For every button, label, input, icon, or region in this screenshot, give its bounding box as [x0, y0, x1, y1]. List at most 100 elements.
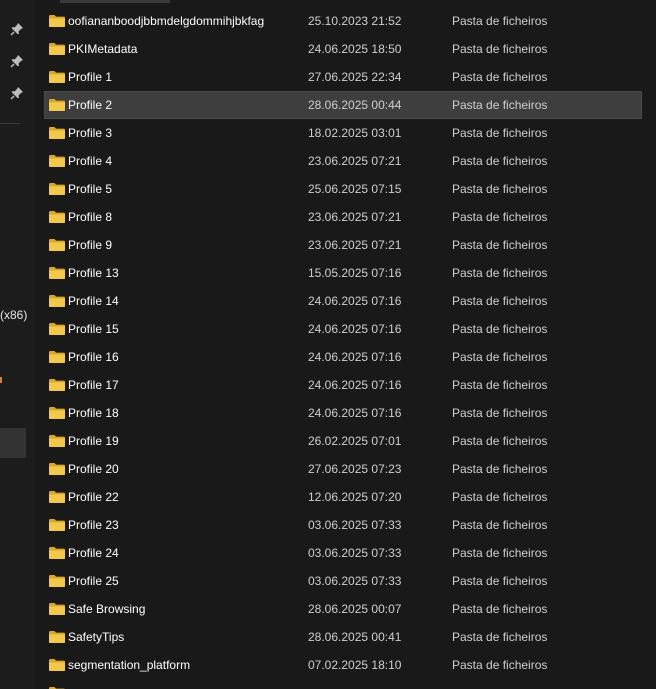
file-type: Pasta de ficheiros [452, 154, 548, 168]
file-type: Pasta de ficheiros [452, 210, 548, 224]
file-row[interactable]: Profile 25 03.06.2025 07:33 Pasta de fiche… [44, 567, 642, 595]
file-name: Profile 9 [68, 238, 113, 252]
nav-item-selected[interactable] [0, 428, 26, 458]
partial-row-above [60, 0, 170, 3]
file-type: Pasta de ficheiros [452, 14, 548, 28]
file-type: Pasta de ficheiros [452, 602, 548, 616]
date-modified: 24.06.2025 07:16 [308, 378, 402, 392]
date-modified: 23.06.2025 07:21 [308, 154, 402, 168]
file-name: Profile 14 [68, 294, 119, 308]
file-row[interactable]: Profile 5 25.06.2025 07:15 Pasta de fichei… [44, 175, 642, 203]
file-name: Profile 17 [68, 378, 119, 392]
file-type: Pasta de ficheiros [452, 238, 548, 252]
file-name: oofiananboodjbbmdelgdommihjbkfag [68, 14, 265, 28]
file-name: Profile 8 [68, 210, 113, 224]
folder-icon [49, 547, 65, 559]
file-row[interactable]: Profile 17 24.06.2025 07:16 Pasta de fiche… [44, 371, 642, 399]
file-name: Profile 5 [68, 182, 113, 196]
date-modified: 28.06.2025 00:44 [308, 98, 402, 112]
file-name: Profile 22 [68, 490, 119, 504]
folder-icon [49, 659, 65, 671]
date-modified: 07.02.2025 18:10 [308, 658, 402, 672]
file-row[interactable]: Safe Browsing 28.06.2025 00:07 Pasta de fi… [44, 595, 642, 623]
file-row[interactable]: Profile 20 27.06.2025 07:23 Pasta de fiche… [44, 455, 642, 483]
file-name: Profile 25 [68, 574, 119, 588]
folder-icon [49, 323, 65, 335]
navigation-pane[interactable]: (x86) [0, 0, 34, 689]
file-list[interactable]: oofiananboodjbbmdelgdommihjbkfag 25.10.20… [44, 7, 642, 689]
date-modified: 23.06.2025 07:21 [308, 238, 402, 252]
file-row[interactable]: segmentation_platform 07.02.2025 18:10 Pas… [44, 651, 642, 679]
file-row[interactable]: Profile 15 24.06.2025 07:16 Pasta de fiche… [44, 315, 642, 343]
date-modified: 23.06.2025 07:21 [308, 210, 402, 224]
folder-icon [49, 239, 65, 251]
file-name: Safe Browsing [68, 602, 146, 616]
folder-icon [49, 211, 65, 223]
file-type: Pasta de ficheiros [452, 378, 548, 392]
file-name: Profile 15 [68, 322, 119, 336]
file-row[interactable] [44, 679, 642, 689]
file-row[interactable]: Profile 8 23.06.2025 07:21 Pasta de fichei… [44, 203, 642, 231]
file-type: Pasta de ficheiros [452, 126, 548, 140]
file-type: Pasta de ficheiros [452, 294, 548, 308]
folder-icon [49, 155, 65, 167]
folder-icon [49, 491, 65, 503]
folder-icon [49, 379, 65, 391]
file-row[interactable]: Profile 9 23.06.2025 07:21 Pasta de fichei… [44, 231, 642, 259]
file-name: SafetyTips [68, 630, 125, 644]
folder-icon [49, 127, 65, 139]
folder-icon [49, 435, 65, 447]
date-modified: 25.10.2023 21:52 [308, 14, 402, 28]
file-row[interactable]: SafetyTips 28.06.2025 00:41 Pasta de fiche… [44, 623, 642, 651]
folder-icon [49, 575, 65, 587]
file-row[interactable]: Profile 24 03.06.2025 07:33 Pasta de fiche… [44, 539, 642, 567]
file-row[interactable]: Profile 19 26.02.2025 07:01 Pasta de fiche… [44, 427, 642, 455]
folder-icon [49, 351, 65, 363]
file-name: Profile 13 [68, 266, 119, 280]
pin-icon[interactable] [10, 54, 24, 68]
file-row[interactable]: Profile 23 03.06.2025 07:33 Pasta de fiche… [44, 511, 642, 539]
file-type: Pasta de ficheiros [452, 322, 548, 336]
file-row[interactable]: Profile 13 15.05.2025 07:16 Pasta de fiche… [44, 259, 642, 287]
file-row[interactable]: Profile 1 27.06.2025 22:34 Pasta de fichei… [44, 63, 642, 91]
file-row[interactable]: Profile 3 18.02.2025 03:01 Pasta de fichei… [44, 119, 642, 147]
date-modified: 25.06.2025 07:15 [308, 182, 402, 196]
folder-icon [49, 295, 65, 307]
date-modified: 24.06.2025 07:16 [308, 350, 402, 364]
file-name: Profile 2 [68, 98, 113, 112]
file-name: Profile 18 [68, 406, 119, 420]
file-type: Pasta de ficheiros [452, 98, 548, 112]
file-name: Profile 20 [68, 462, 119, 476]
file-row[interactable]: oofiananboodjbbmdelgdommihjbkfag 25.10.20… [44, 7, 642, 35]
file-name: Profile 24 [68, 546, 119, 560]
file-row[interactable]: Profile 16 24.06.2025 07:16 Pasta de fiche… [44, 343, 642, 371]
pin-icon[interactable] [10, 22, 24, 36]
file-row[interactable]: Profile 22 12.06.2025 07:20 Pasta de fiche… [44, 483, 642, 511]
pin-icon[interactable] [10, 86, 24, 100]
nav-item-partial-label[interactable]: (x86) [0, 308, 27, 322]
date-modified: 26.02.2025 07:01 [308, 434, 402, 448]
file-name: PKIMetadata [68, 42, 138, 56]
file-row[interactable]: PKIMetadata 24.06.2025 18:50 Pasta de fich… [44, 35, 642, 63]
file-type: Pasta de ficheiros [452, 630, 548, 644]
folder-icon [49, 71, 65, 83]
file-name: segmentation_platform [68, 658, 191, 672]
file-row[interactable]: Profile 14 24.06.2025 07:16 Pasta de fiche… [44, 287, 642, 315]
folder-icon [49, 183, 65, 195]
date-modified: 03.06.2025 07:33 [308, 574, 402, 588]
file-type: Pasta de ficheiros [452, 546, 548, 560]
file-row[interactable]: Profile 4 23.06.2025 07:21 Pasta de fichei… [44, 147, 642, 175]
file-row[interactable]: Profile 2 28.06.2025 00:44 Pasta de fichei… [44, 91, 642, 119]
folder-icon [49, 43, 65, 55]
date-modified: 24.06.2025 18:50 [308, 42, 402, 56]
date-modified: 24.06.2025 07:16 [308, 406, 402, 420]
file-name: Profile 19 [68, 434, 119, 448]
file-type: Pasta de ficheiros [452, 658, 548, 672]
file-type: Pasta de ficheiros [452, 350, 548, 364]
file-type: Pasta de ficheiros [452, 574, 548, 588]
date-modified: 18.02.2025 03:01 [308, 126, 402, 140]
file-name: Profile 23 [68, 518, 119, 532]
file-type: Pasta de ficheiros [452, 406, 548, 420]
folder-icon [49, 407, 65, 419]
file-row[interactable]: Profile 18 24.06.2025 07:16 Pasta de fiche… [44, 399, 642, 427]
